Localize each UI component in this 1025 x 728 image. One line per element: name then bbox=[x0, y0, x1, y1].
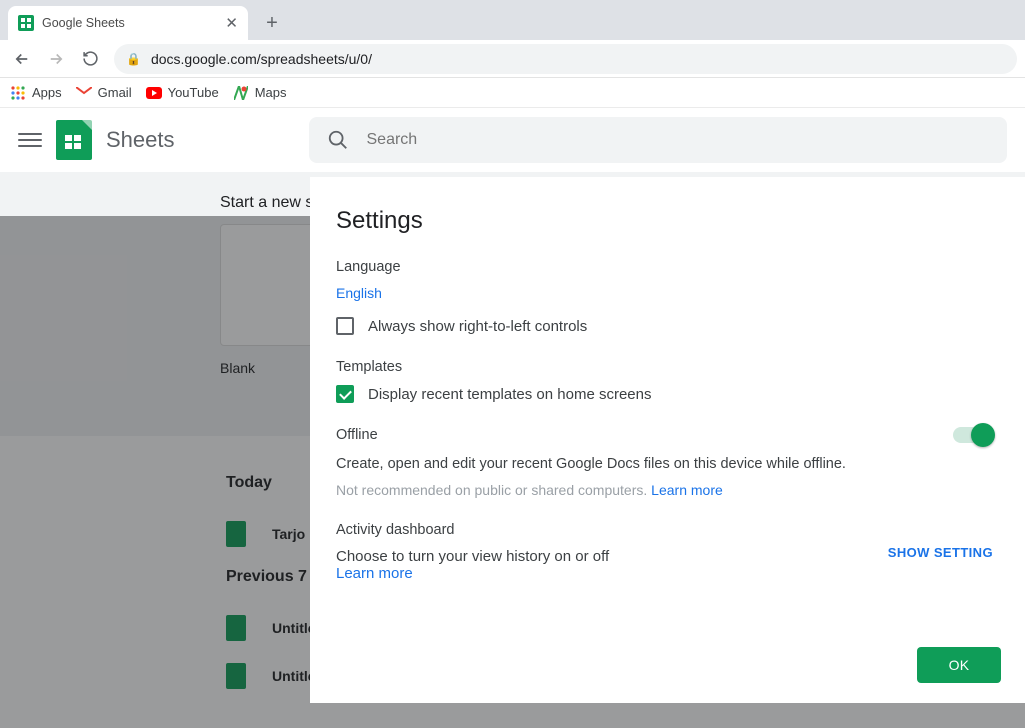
sheets-favicon-icon bbox=[18, 15, 34, 31]
address-bar[interactable]: 🔒 docs.google.com/spreadsheets/u/0/ bbox=[114, 44, 1017, 74]
offline-heading: Offline bbox=[336, 427, 846, 443]
back-button[interactable] bbox=[8, 45, 36, 73]
search-box[interactable]: Search bbox=[309, 117, 1008, 163]
activity-learn-more-link[interactable]: Learn more bbox=[336, 565, 413, 582]
offline-hint: Not recommended on public or shared comp… bbox=[336, 482, 846, 498]
reload-button[interactable] bbox=[76, 45, 104, 73]
templates-checkbox[interactable] bbox=[336, 385, 354, 403]
bookmark-maps[interactable]: Maps bbox=[233, 85, 287, 101]
language-heading: Language bbox=[336, 259, 993, 275]
close-tab-icon[interactable]: ✕ bbox=[225, 14, 238, 32]
rtl-label: Always show right-to-left controls bbox=[368, 318, 587, 335]
new-tab-button[interactable]: + bbox=[258, 9, 286, 37]
bookmark-youtube[interactable]: YouTube bbox=[146, 85, 219, 101]
ok-button[interactable]: OK bbox=[917, 647, 1001, 683]
browser-tab[interactable]: Google Sheets ✕ bbox=[8, 6, 248, 40]
offline-body: Create, open and edit your recent Google… bbox=[336, 453, 846, 476]
language-link[interactable]: English bbox=[336, 285, 382, 301]
templates-heading: Templates bbox=[336, 359, 993, 375]
apps-icon bbox=[10, 85, 26, 101]
offline-section: Offline Create, open and edit your recen… bbox=[336, 427, 993, 498]
youtube-icon bbox=[146, 85, 162, 101]
bookmark-label: YouTube bbox=[168, 85, 219, 100]
offline-toggle[interactable] bbox=[953, 425, 993, 445]
bookmark-label: Maps bbox=[255, 85, 287, 100]
activity-body: Choose to turn your view history on or o… bbox=[336, 548, 609, 565]
gmail-icon bbox=[76, 85, 92, 101]
dialog-title: Settings bbox=[336, 207, 993, 235]
search-placeholder: Search bbox=[367, 131, 418, 149]
tab-title: Google Sheets bbox=[42, 16, 125, 30]
offline-hint-text: Not recommended on public or shared comp… bbox=[336, 482, 647, 498]
sheets-header: Sheets Search bbox=[0, 108, 1025, 172]
search-icon bbox=[327, 129, 349, 151]
lock-icon: 🔒 bbox=[126, 52, 141, 66]
product-name: Sheets bbox=[106, 127, 175, 153]
bookmark-apps[interactable]: Apps bbox=[10, 85, 62, 101]
browser-toolbar: 🔒 docs.google.com/spreadsheets/u/0/ bbox=[0, 40, 1025, 78]
templates-label: Display recent templates on home screens bbox=[368, 386, 651, 403]
bookmark-bar: Apps Gmail YouTube Maps bbox=[0, 78, 1025, 108]
maps-icon bbox=[233, 85, 249, 101]
bookmark-gmail[interactable]: Gmail bbox=[76, 85, 132, 101]
browser-tabstrip: Google Sheets ✕ + bbox=[0, 0, 1025, 40]
url-text: docs.google.com/spreadsheets/u/0/ bbox=[151, 51, 372, 67]
main-menu-button[interactable] bbox=[18, 128, 42, 152]
forward-button[interactable] bbox=[42, 45, 70, 73]
bookmark-label: Gmail bbox=[98, 85, 132, 100]
activity-heading: Activity dashboard bbox=[336, 522, 609, 538]
show-setting-button[interactable]: SHOW SETTING bbox=[888, 545, 993, 560]
templates-section: Templates Display recent templates on ho… bbox=[336, 359, 993, 403]
activity-section: Activity dashboard Choose to turn your v… bbox=[336, 522, 993, 583]
sheets-logo-icon bbox=[56, 120, 92, 160]
settings-dialog: Settings Language English Always show ri… bbox=[310, 177, 1025, 703]
language-section: Language English Always show right-to-le… bbox=[336, 259, 993, 335]
bookmark-label: Apps bbox=[32, 85, 62, 100]
offline-learn-more-link[interactable]: Learn more bbox=[651, 482, 723, 498]
rtl-checkbox[interactable] bbox=[336, 317, 354, 335]
